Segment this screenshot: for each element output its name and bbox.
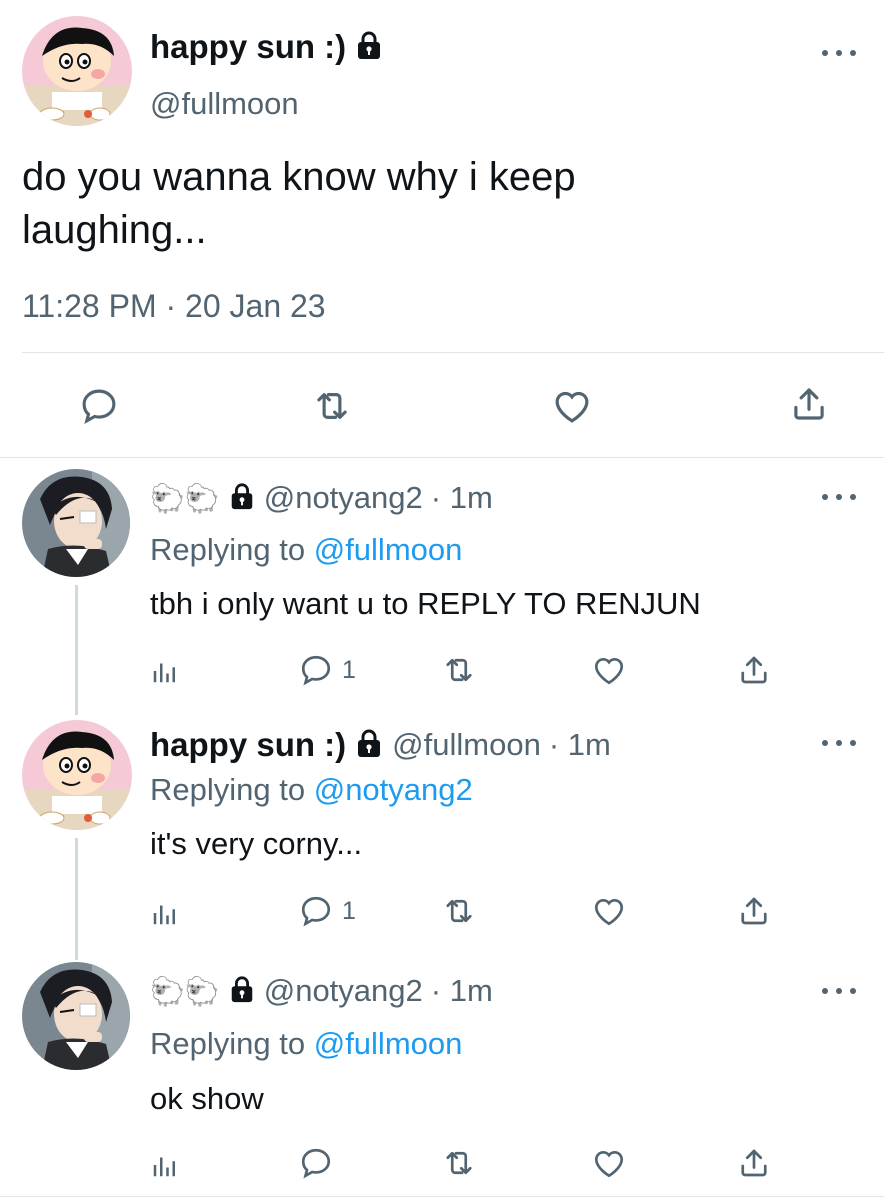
- tweet-text-line-1: do you wanna know why i keep: [22, 155, 576, 199]
- like-icon[interactable]: [550, 385, 594, 427]
- reply-icon[interactable]: [78, 385, 120, 427]
- tweet-timestamp[interactable]: 11:28 PM · 20 Jan 23: [22, 288, 326, 325]
- reply-time[interactable]: · 1m: [431, 973, 493, 1009]
- divider: [22, 352, 884, 353]
- replying-label: Replying to: [150, 1026, 306, 1061]
- display-name[interactable]: happy sun :): [150, 28, 346, 66]
- main-tweet-header: happy sun :): [150, 28, 384, 66]
- anime-boy-avatar-icon: [22, 469, 130, 577]
- sheep-emoji-name[interactable]: 🐑🐑: [150, 975, 220, 1008]
- more-options-icon[interactable]: [822, 986, 856, 996]
- reply-handle[interactable]: @notyang2: [264, 480, 423, 516]
- analytics-icon[interactable]: [150, 898, 180, 928]
- reply-avatar[interactable]: [22, 720, 132, 830]
- lock-icon: [354, 30, 384, 65]
- reply-handle[interactable]: @notyang2: [264, 973, 423, 1009]
- reply-handle[interactable]: @fullmoon: [392, 727, 541, 763]
- replying-to: Replying to @fullmoon: [150, 532, 462, 568]
- like-icon[interactable]: [590, 1145, 628, 1181]
- reply-action[interactable]: [298, 1145, 342, 1181]
- retweet-icon[interactable]: [310, 385, 354, 427]
- reply-avatar[interactable]: [22, 469, 130, 577]
- more-options-icon[interactable]: [822, 48, 856, 58]
- anime-boy-avatar-icon: [22, 962, 130, 1070]
- reply-text: tbh i only want u to REPLY TO RENJUN: [150, 586, 701, 621]
- reply-count: 1: [342, 655, 356, 684]
- cartoon-boy-avatar-icon: [22, 16, 132, 126]
- replying-to: Replying to @notyang2: [150, 772, 473, 808]
- share-icon[interactable]: [788, 383, 830, 425]
- retweet-icon[interactable]: [440, 893, 478, 929]
- reply-1-header: 🐑🐑 @notyang2 · 1m: [150, 480, 493, 516]
- handle[interactable]: @fullmoon: [150, 86, 299, 122]
- reply-time[interactable]: · 1m: [549, 727, 611, 763]
- reply-2-header: happy sun :) @fullmoon · 1m: [150, 726, 611, 764]
- like-icon[interactable]: [590, 893, 628, 929]
- divider: [0, 457, 884, 458]
- share-icon[interactable]: [736, 652, 772, 688]
- lock-icon: [228, 482, 256, 515]
- analytics-icon[interactable]: [150, 656, 180, 686]
- reply-action[interactable]: 1: [298, 893, 356, 929]
- sheep-emoji-name[interactable]: 🐑🐑: [150, 482, 220, 515]
- replying-mention[interactable]: @notyang2: [314, 772, 473, 807]
- retweet-icon[interactable]: [440, 1145, 478, 1181]
- thread-connector: [75, 838, 78, 960]
- tweet-text-line-2: laughing...: [22, 208, 207, 252]
- more-options-icon[interactable]: [822, 738, 856, 748]
- display-name[interactable]: happy sun :): [150, 726, 346, 764]
- thread-connector: [75, 585, 78, 715]
- more-options-icon[interactable]: [822, 492, 856, 502]
- main-tweet-avatar[interactable]: [22, 16, 132, 126]
- reply-text: ok show: [150, 1081, 264, 1116]
- share-icon[interactable]: [736, 893, 772, 929]
- replying-label: Replying to: [150, 772, 306, 807]
- reply-count: 1: [342, 896, 356, 925]
- divider: [0, 1196, 884, 1197]
- lock-icon: [354, 728, 384, 763]
- like-icon[interactable]: [590, 652, 628, 688]
- reply-time[interactable]: · 1m: [431, 480, 493, 516]
- retweet-icon[interactable]: [440, 652, 478, 688]
- reply-text: it's very corny...: [150, 826, 363, 861]
- reply-3-header: 🐑🐑 @notyang2 · 1m: [150, 973, 493, 1009]
- share-icon[interactable]: [736, 1145, 772, 1181]
- replying-mention[interactable]: @fullmoon: [314, 532, 463, 567]
- reply-avatar[interactable]: [22, 962, 130, 1070]
- lock-icon: [228, 975, 256, 1008]
- analytics-icon[interactable]: [150, 1150, 180, 1180]
- replying-mention[interactable]: @fullmoon: [314, 1026, 463, 1061]
- reply-action[interactable]: 1: [298, 652, 356, 688]
- cartoon-boy-avatar-icon: [22, 720, 132, 830]
- replying-label: Replying to: [150, 532, 306, 567]
- replying-to: Replying to @fullmoon: [150, 1026, 462, 1062]
